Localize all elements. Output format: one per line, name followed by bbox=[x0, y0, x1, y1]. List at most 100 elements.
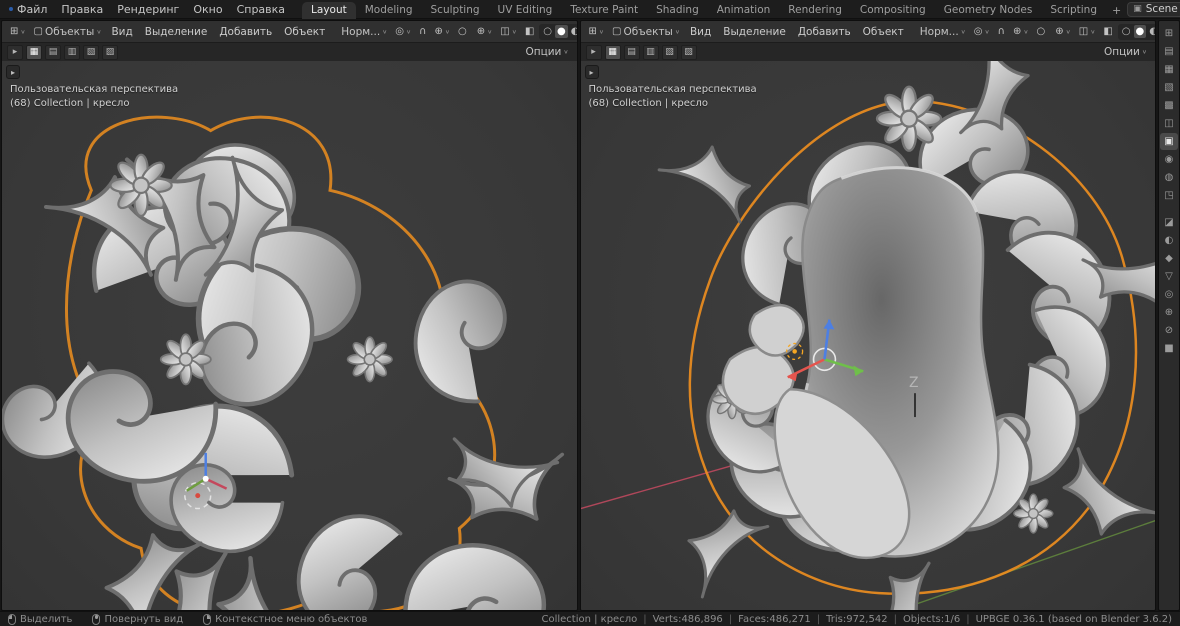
gizmo-icon: ⊕ bbox=[1055, 25, 1064, 37]
select-mode-toggle[interactable]: ▧ bbox=[661, 44, 678, 60]
select-mode-toggle[interactable]: ▤ bbox=[45, 44, 61, 60]
tab-compositing[interactable]: Compositing bbox=[851, 2, 935, 19]
proportional-edit-toggle[interactable]: ○ bbox=[1034, 24, 1049, 40]
properties-tab-icon[interactable]: ◆ bbox=[1160, 250, 1178, 267]
tool-options-dropdown[interactable]: Опции ∨ bbox=[1101, 44, 1150, 60]
properties-tab-icon[interactable]: ▽ bbox=[1160, 268, 1178, 285]
snap-toggle[interactable]: ∩ bbox=[416, 24, 429, 40]
pivot-icon: ◎ bbox=[973, 25, 983, 37]
menu-object[interactable]: Объект bbox=[858, 25, 909, 39]
menu-object[interactable]: Объект bbox=[279, 25, 330, 39]
tab-uv-editing[interactable]: UV Editing bbox=[489, 2, 562, 19]
properties-tab-icon[interactable]: ◉ bbox=[1160, 151, 1178, 168]
shading-wireframe-icon[interactable]: ○ bbox=[541, 25, 554, 38]
properties-tab-icon[interactable]: ⊞ bbox=[1160, 25, 1178, 42]
tab-sculpting[interactable]: Sculpting bbox=[422, 2, 489, 19]
viewport-left: ⊞ ∨ ▢ Объекты ∨ Вид Выделение Добавить Объе… bbox=[1, 20, 578, 611]
toolbar-expand-button[interactable]: ▸ bbox=[584, 65, 599, 79]
gizmos-dropdown[interactable]: ⊕ ∨ bbox=[474, 24, 496, 40]
select-mode-toggle[interactable]: ▤ bbox=[623, 44, 640, 60]
properties-tab-icon[interactable]: ▩ bbox=[1160, 97, 1178, 114]
xray-toggle[interactable]: ◧ bbox=[522, 24, 537, 40]
properties-tab-icon-active[interactable]: ▣ bbox=[1160, 133, 1178, 150]
menu-file[interactable]: Файл bbox=[10, 2, 54, 17]
menu-help[interactable]: Справка bbox=[230, 2, 292, 17]
tab-animation[interactable]: Animation bbox=[708, 2, 780, 19]
scene-selector[interactable]: ▣ Scene × bbox=[1127, 1, 1180, 17]
menu-select[interactable]: Выделение bbox=[140, 25, 213, 39]
scene-icon: ▣ bbox=[1133, 4, 1142, 14]
snap-settings-dropdown[interactable]: ⊕ ∨ bbox=[431, 24, 453, 40]
menu-add[interactable]: Добавить bbox=[793, 25, 856, 39]
active-tool-icon[interactable]: ▸ bbox=[7, 44, 23, 60]
add-workspace-button[interactable]: + bbox=[1106, 2, 1127, 19]
menu-view[interactable]: Вид bbox=[106, 25, 137, 39]
transform-orientation-dropdown[interactable]: Норм... ∨ bbox=[338, 24, 390, 40]
statusbar: Выделить Повернуть вид Контекстное меню … bbox=[0, 611, 1180, 626]
snap-toggle[interactable]: ∩ bbox=[995, 24, 1008, 40]
shading-solid-icon[interactable]: ● bbox=[555, 25, 568, 38]
properties-tab-icon[interactable]: ◪ bbox=[1160, 214, 1178, 231]
tab-texture-paint[interactable]: Texture Paint bbox=[561, 2, 647, 19]
tab-scripting[interactable]: Scripting bbox=[1041, 2, 1106, 19]
tab-shading[interactable]: Shading bbox=[647, 2, 708, 19]
ornament-model-front-view[interactable] bbox=[2, 61, 577, 610]
select-mode-toggle[interactable]: ▦ bbox=[604, 44, 621, 60]
editor-type-button[interactable]: ⊞ ∨ bbox=[586, 24, 608, 40]
viewport-left-canvas[interactable]: Пользовательская перспектива (68) Collec… bbox=[2, 61, 577, 610]
workspace-tabs: Layout Modeling Sculpting UV Editing Tex… bbox=[302, 0, 1127, 19]
pivot-point-dropdown[interactable]: ◎ ∨ bbox=[971, 24, 993, 40]
shading-wireframe-icon[interactable]: ○ bbox=[1120, 25, 1133, 38]
properties-tab-icon[interactable]: ◐ bbox=[1160, 232, 1178, 249]
chair-model-perspective-view[interactable]: Z bbox=[580, 61, 1156, 610]
properties-tab-icon[interactable]: ⊕ bbox=[1160, 304, 1178, 321]
properties-tab-icon[interactable]: ◳ bbox=[1160, 187, 1178, 204]
menu-select[interactable]: Выделение bbox=[718, 25, 791, 39]
transform-orientation-dropdown[interactable]: Норм... ∨ bbox=[917, 24, 969, 40]
shading-material-icon[interactable]: ◐ bbox=[569, 25, 577, 38]
select-mode-toggle[interactable]: ▥ bbox=[64, 44, 80, 60]
editor-type-icon: ⊞ bbox=[588, 25, 597, 37]
menu-window[interactable]: Окно bbox=[186, 2, 229, 17]
properties-tab-icon[interactable]: ▧ bbox=[1160, 79, 1178, 96]
xray-toggle[interactable]: ◧ bbox=[1100, 24, 1115, 40]
overlays-dropdown[interactable]: ◫ ∨ bbox=[1076, 24, 1099, 40]
shading-material-icon[interactable]: ◐ bbox=[1147, 25, 1155, 38]
gizmos-dropdown[interactable]: ⊕ ∨ bbox=[1052, 24, 1074, 40]
stats-version: UPBGE 0.36.1 (based on Blender 3.6.2) bbox=[960, 614, 1172, 625]
select-mode-toggle[interactable]: ▨ bbox=[680, 44, 697, 60]
topbar: Файл Правка Рендеринг Окно Справка Layou… bbox=[0, 0, 1180, 19]
select-mode-toggle[interactable]: ▧ bbox=[83, 44, 99, 60]
properties-tab-icon[interactable]: ◫ bbox=[1160, 115, 1178, 132]
overlays-dropdown[interactable]: ◫ ∨ bbox=[497, 24, 520, 40]
viewport-right-canvas[interactable]: Z Пользовательская перспектива (68) Coll… bbox=[580, 61, 1156, 610]
tool-options-dropdown[interactable]: Опции ∨ bbox=[522, 44, 571, 60]
pivot-point-dropdown[interactable]: ◎ ∨ bbox=[392, 24, 414, 40]
properties-tab-icon[interactable]: ◎ bbox=[1160, 286, 1178, 303]
tab-modeling[interactable]: Modeling bbox=[356, 2, 422, 19]
tab-rendering[interactable]: Rendering bbox=[779, 2, 851, 19]
select-mode-toggle[interactable]: ▨ bbox=[102, 44, 118, 60]
topbar-right: ▣ Scene × ≡ ViewLayer × bbox=[1127, 1, 1180, 17]
menu-view[interactable]: Вид bbox=[685, 25, 716, 39]
menu-render[interactable]: Рендеринг bbox=[110, 2, 186, 17]
snap-settings-dropdown[interactable]: ⊕ ∨ bbox=[1010, 24, 1032, 40]
tab-layout[interactable]: Layout bbox=[302, 1, 356, 19]
select-mode-toggle[interactable]: ▥ bbox=[642, 44, 659, 60]
select-mode-toggle[interactable]: ▦ bbox=[26, 44, 42, 60]
properties-tab-icon[interactable]: ▦ bbox=[1160, 61, 1178, 78]
mode-dropdown[interactable]: ▢ Объекты ∨ bbox=[609, 24, 683, 40]
shading-solid-icon[interactable]: ● bbox=[1133, 25, 1147, 38]
properties-tab-icon[interactable]: ◍ bbox=[1160, 169, 1178, 186]
toolbar-expand-button[interactable]: ▸ bbox=[6, 65, 20, 79]
menu-add[interactable]: Добавить bbox=[214, 25, 277, 39]
properties-tab-icon[interactable]: ■ bbox=[1160, 340, 1178, 357]
active-tool-icon[interactable]: ▸ bbox=[585, 44, 602, 60]
menu-edit[interactable]: Правка bbox=[54, 2, 110, 17]
properties-tab-icon[interactable]: ⊘ bbox=[1160, 322, 1178, 339]
proportional-edit-toggle[interactable]: ○ bbox=[455, 24, 470, 40]
mode-dropdown[interactable]: ▢ Объекты ∨ bbox=[31, 24, 105, 40]
tab-geometry-nodes[interactable]: Geometry Nodes bbox=[935, 2, 1042, 19]
editor-type-button[interactable]: ⊞ ∨ bbox=[7, 24, 29, 40]
properties-tab-icon[interactable]: ▤ bbox=[1160, 43, 1178, 60]
